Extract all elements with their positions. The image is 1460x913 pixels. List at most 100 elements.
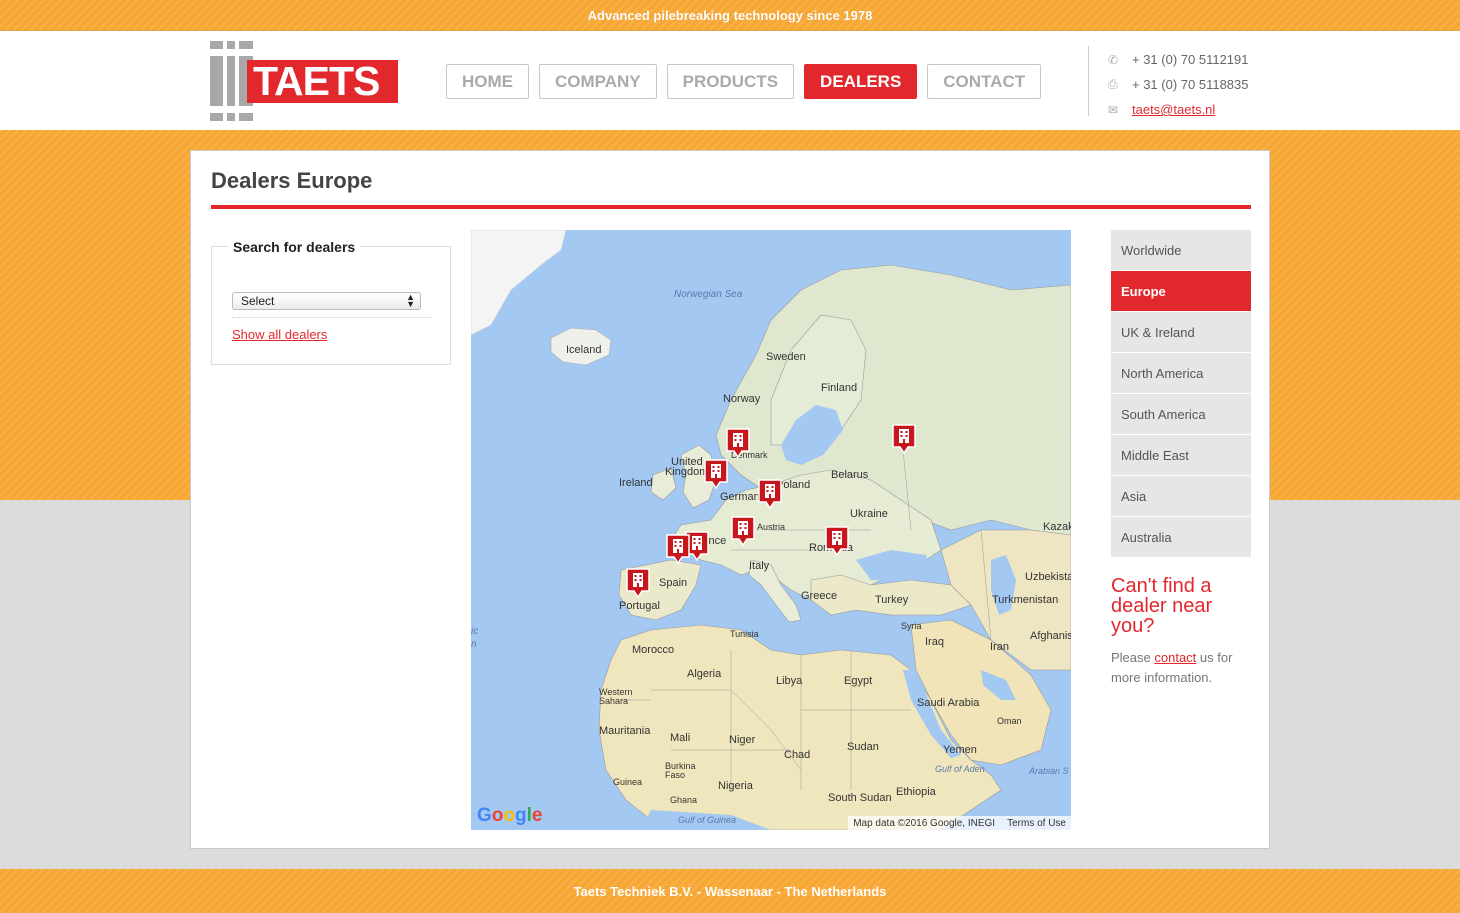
- map-label-uzbekista: Uzbekista: [1025, 571, 1071, 583]
- region-south-america[interactable]: South America: [1111, 394, 1251, 434]
- map-label-algeria: Algeria: [687, 668, 722, 680]
- map-label-ghana: Ghana: [670, 795, 698, 805]
- footer-text: Taets Techniek B.V. - Wassenaar - The Ne…: [573, 883, 887, 899]
- fax-row: ⎙ + 31 (0) 70 5118835: [1108, 72, 1249, 97]
- fax-number: + 31 (0) 70 5118835: [1132, 77, 1249, 92]
- show-all-dealers-link[interactable]: Show all dealers: [232, 327, 327, 342]
- map-label-burkina-faso: Burkina Faso: [665, 761, 696, 780]
- footer: Taets Techniek B.V. - Wassenaar - The Ne…: [0, 869, 1460, 913]
- cant-find-heading: Can't find a dealer near you?: [1111, 575, 1213, 637]
- dealer-select[interactable]: Select ▲ ▼: [232, 292, 421, 310]
- map-label-portugal: Portugal: [619, 600, 660, 612]
- map-label-turkey: Turkey: [875, 594, 909, 606]
- nav-products[interactable]: PRODUCTS: [666, 64, 795, 99]
- map-label-gulf-of-aden: Gulf of Aden: [935, 764, 985, 774]
- logo-text: TAETS: [247, 58, 398, 104]
- email-link[interactable]: taets@taets.nl: [1132, 102, 1215, 117]
- map-label-morocco: Morocco: [632, 644, 675, 656]
- map-label-greece: Greece: [801, 590, 838, 602]
- map-label-syria: Syria: [901, 621, 922, 631]
- header: TAETS HOME COMPANY PRODUCTS DEALERS CONT…: [0, 30, 1460, 130]
- contact-info: ✆ + 31 (0) 70 5112191 ⎙ + 31 (0) 70 5118…: [1108, 47, 1249, 122]
- dealer-marker-icon[interactable]: [666, 534, 690, 564]
- map-label-turkmenistan: Turkmenistan: [992, 594, 1059, 606]
- dealer-marker-icon[interactable]: [758, 479, 782, 509]
- map-label-yemen: Yemen: [943, 744, 977, 756]
- region-europe[interactable]: Europe: [1111, 271, 1251, 311]
- dealer-marker-icon[interactable]: [731, 516, 755, 546]
- title-divider: [211, 205, 1251, 209]
- nav-dealers[interactable]: DEALERS: [804, 64, 918, 99]
- envelope-icon: ✉: [1108, 102, 1119, 117]
- map-label-iraq: Iraq: [925, 636, 944, 648]
- dealer-marker-icon[interactable]: [892, 424, 916, 454]
- map-label-italy: Italy: [749, 560, 770, 572]
- map-label-kazak: Kazak: [1043, 521, 1071, 533]
- map-label-mali: Mali: [670, 732, 691, 744]
- map-label-libya: Libya: [776, 675, 803, 687]
- terms-of-use-link[interactable]: Terms of Use: [1007, 818, 1066, 829]
- map-label-iran: Iran: [990, 641, 1009, 653]
- map-label-guinea: Guinea: [613, 777, 643, 787]
- fax-icon: ⎙: [1108, 77, 1118, 91]
- map-label-ukraine: Ukraine: [850, 508, 888, 520]
- region-uk-ireland[interactable]: UK & Ireland: [1111, 312, 1251, 352]
- nav-company[interactable]: COMPANY: [539, 64, 657, 99]
- region-asia[interactable]: Asia: [1111, 476, 1251, 516]
- select-value: Select: [241, 294, 275, 308]
- map-label-niger: Niger: [729, 734, 756, 746]
- map-label-egypt: Egypt: [844, 675, 873, 687]
- map-label-gulf-of-guinea: Gulf of Guinea: [678, 815, 737, 825]
- nav-home[interactable]: HOME: [446, 64, 529, 99]
- main-nav: HOME COMPANY PRODUCTS DEALERS CONTACT: [446, 64, 1042, 99]
- map-label-kingdom: Kingdom: [665, 466, 709, 478]
- map-label-mauritania: Mauritania: [599, 725, 651, 737]
- map-label-ireland: Ireland: [619, 477, 653, 489]
- nav-contact[interactable]: CONTACT: [927, 64, 1042, 99]
- map-label-nigeria: Nigeria: [718, 780, 753, 792]
- region-north-america[interactable]: North America: [1111, 353, 1251, 393]
- contact-prompt: Please contact us for more information.: [1111, 648, 1251, 688]
- page-title: Dealers Europe: [211, 168, 373, 193]
- map-label-arabian-sea: Arabian S: [1029, 766, 1069, 776]
- map-label-western-sahara: Western Sahara: [599, 687, 633, 706]
- contact-link[interactable]: contact: [1154, 650, 1196, 665]
- select-arrows-icon: ▲ ▼: [406, 292, 415, 309]
- map-label-sweden: Sweden: [766, 351, 806, 363]
- google-logo: Google: [477, 805, 543, 826]
- map-label-belarus: Belarus: [831, 469, 869, 481]
- map-attribution: Map data ©2016 Google, INEGI Terms of Us…: [848, 816, 1071, 830]
- region-australia[interactable]: Australia: [1111, 517, 1251, 557]
- region-worldwide[interactable]: Worldwide: [1111, 230, 1251, 270]
- map-label-south-sudan: South Sudan: [828, 792, 892, 804]
- map-label-afghanis: Afghanis: [1030, 630, 1071, 642]
- logo[interactable]: TAETS: [210, 41, 400, 121]
- email-row: ✉ taets@taets.nl: [1108, 97, 1249, 122]
- map-label-finland: Finland: [821, 382, 858, 394]
- map-label-sudan: Sudan: [847, 741, 879, 753]
- dealer-marker-icon[interactable]: [704, 459, 728, 489]
- dealer-marker-icon[interactable]: [626, 568, 650, 598]
- region-list: Worldwide Europe UK & Ireland North Amer…: [1111, 230, 1251, 558]
- map-label-iceland: Iceland: [566, 344, 602, 356]
- map-data-text: Map data ©2016 Google, INEGI: [853, 817, 996, 829]
- top-bar: Advanced pilebreaking technology since 1…: [0, 0, 1460, 30]
- dealer-map[interactable]: Norwegian Sea Iceland Sweden Finland Nor…: [471, 230, 1071, 830]
- dealer-marker-icon[interactable]: [726, 428, 750, 458]
- map-label-chad: Chad: [784, 749, 811, 761]
- phone-row: ✆ + 31 (0) 70 5112191: [1108, 47, 1249, 72]
- map-label-saudi-arabia: Saudi Arabia: [917, 697, 980, 709]
- map-label-spain: Spain: [659, 577, 688, 589]
- map-label-norway: Norway: [723, 393, 761, 405]
- region-middle-east[interactable]: Middle East: [1111, 435, 1251, 475]
- map-label-austria: Austria: [757, 522, 786, 532]
- map-label-oman: Oman: [997, 716, 1022, 726]
- phone-number: + 31 (0) 70 5112191: [1132, 52, 1249, 67]
- dealer-search-box: Search for dealers Select ▲ ▼ Show all de…: [211, 239, 451, 365]
- phone-icon: ✆: [1108, 52, 1119, 67]
- dotted-divider: [232, 317, 432, 318]
- map-label-ethiopia: Ethiopia: [896, 786, 936, 798]
- map-label-norwegian-sea: Norwegian Sea: [674, 289, 743, 300]
- content-panel: Dealers Europe Search for dealers Select…: [190, 150, 1270, 849]
- dealer-marker-icon[interactable]: [825, 526, 849, 556]
